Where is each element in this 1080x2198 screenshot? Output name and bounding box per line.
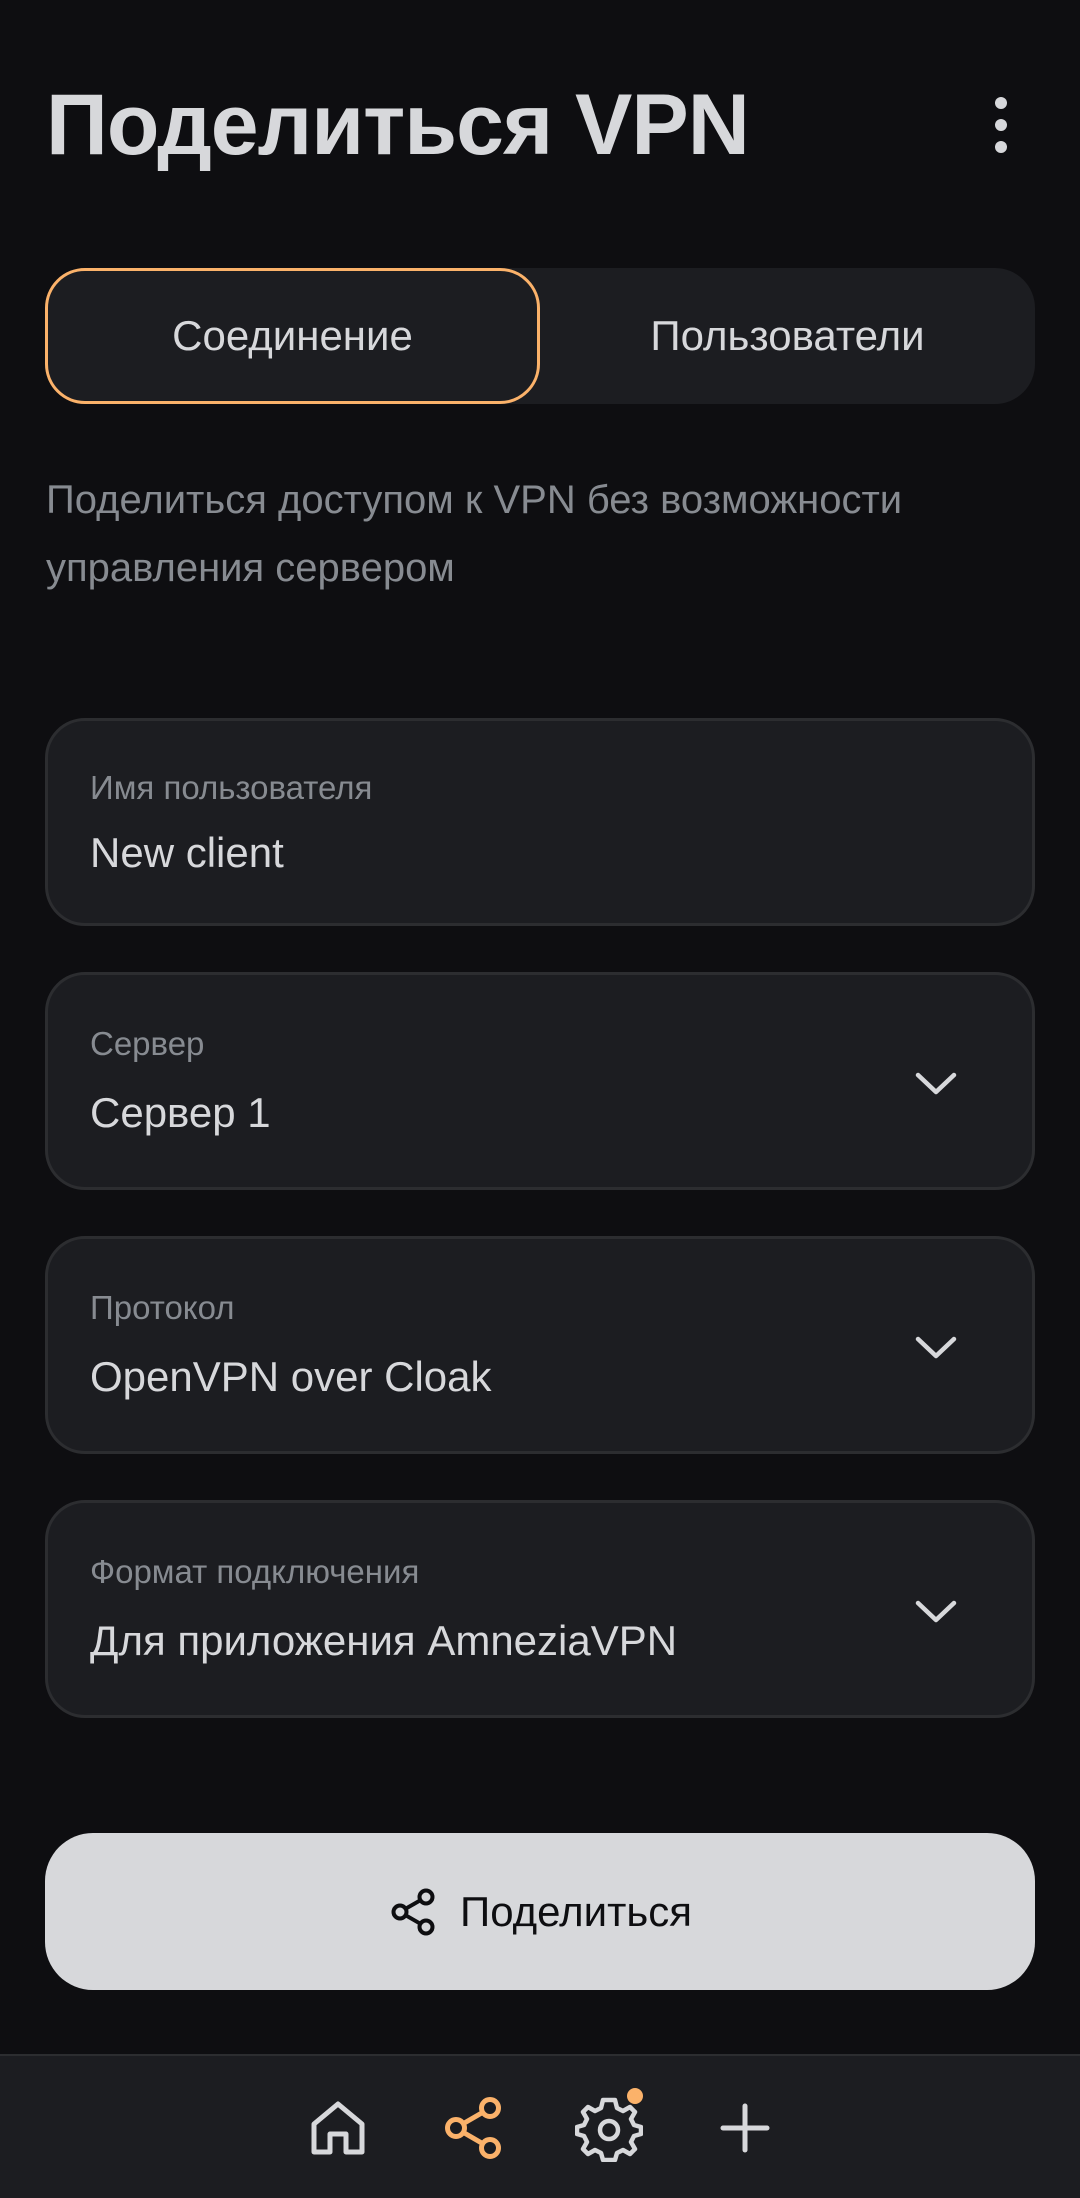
page-title: Поделиться VPN (46, 77, 750, 173)
nav-settings-button[interactable] (574, 2088, 644, 2163)
format-value: Для приложения AmneziaVPN (90, 1617, 678, 1664)
username-label: Имя пользователя (90, 769, 373, 806)
chevron-down-icon (915, 1072, 957, 1095)
nav-home-button[interactable] (304, 2094, 372, 2162)
server-label: Сервер (90, 1025, 205, 1062)
share-button-label: Поделиться (460, 1887, 692, 1935)
tab-bar: Соединение Пользователи (45, 268, 1035, 404)
protocol-dropdown[interactable]: Протокол OpenVPN over Cloak (45, 1236, 1035, 1454)
header: Поделиться VPN (46, 70, 1034, 180)
share-icon (391, 1888, 435, 1935)
username-field[interactable]: Имя пользователя New client (45, 718, 1035, 926)
tab-connection[interactable]: Соединение (45, 268, 540, 404)
connection-format-dropdown[interactable]: Формат подключения Для приложения Amnezi… (45, 1500, 1035, 1718)
share-icon (445, 2097, 501, 2159)
settings-icon (574, 2097, 644, 2163)
chevron-down-icon (915, 1336, 957, 1359)
more-options-button[interactable] (968, 92, 1034, 158)
server-value: Сервер 1 (90, 1089, 271, 1136)
server-dropdown[interactable]: Сервер Сервер 1 (45, 972, 1035, 1190)
username-input[interactable]: New client (90, 829, 284, 877)
share-button[interactable]: Поделиться (45, 1833, 1035, 1990)
nav-share-button[interactable] (440, 2094, 508, 2162)
home-icon (311, 2101, 365, 2155)
notification-badge (627, 2088, 643, 2104)
protocol-value: OpenVPN over Cloak (90, 1353, 492, 1400)
description-text: Поделиться доступом к VPN без возможност… (46, 478, 903, 590)
protocol-label: Протокол (90, 1289, 235, 1326)
plus-icon (720, 2103, 770, 2153)
format-label: Формат подключения (90, 1553, 420, 1590)
bottom-navigation (0, 2054, 1080, 2198)
chevron-down-icon (915, 1600, 957, 1623)
tab-users[interactable]: Пользователи (540, 268, 1035, 404)
more-vertical-icon (995, 97, 1007, 153)
nav-add-button[interactable] (711, 2094, 779, 2162)
